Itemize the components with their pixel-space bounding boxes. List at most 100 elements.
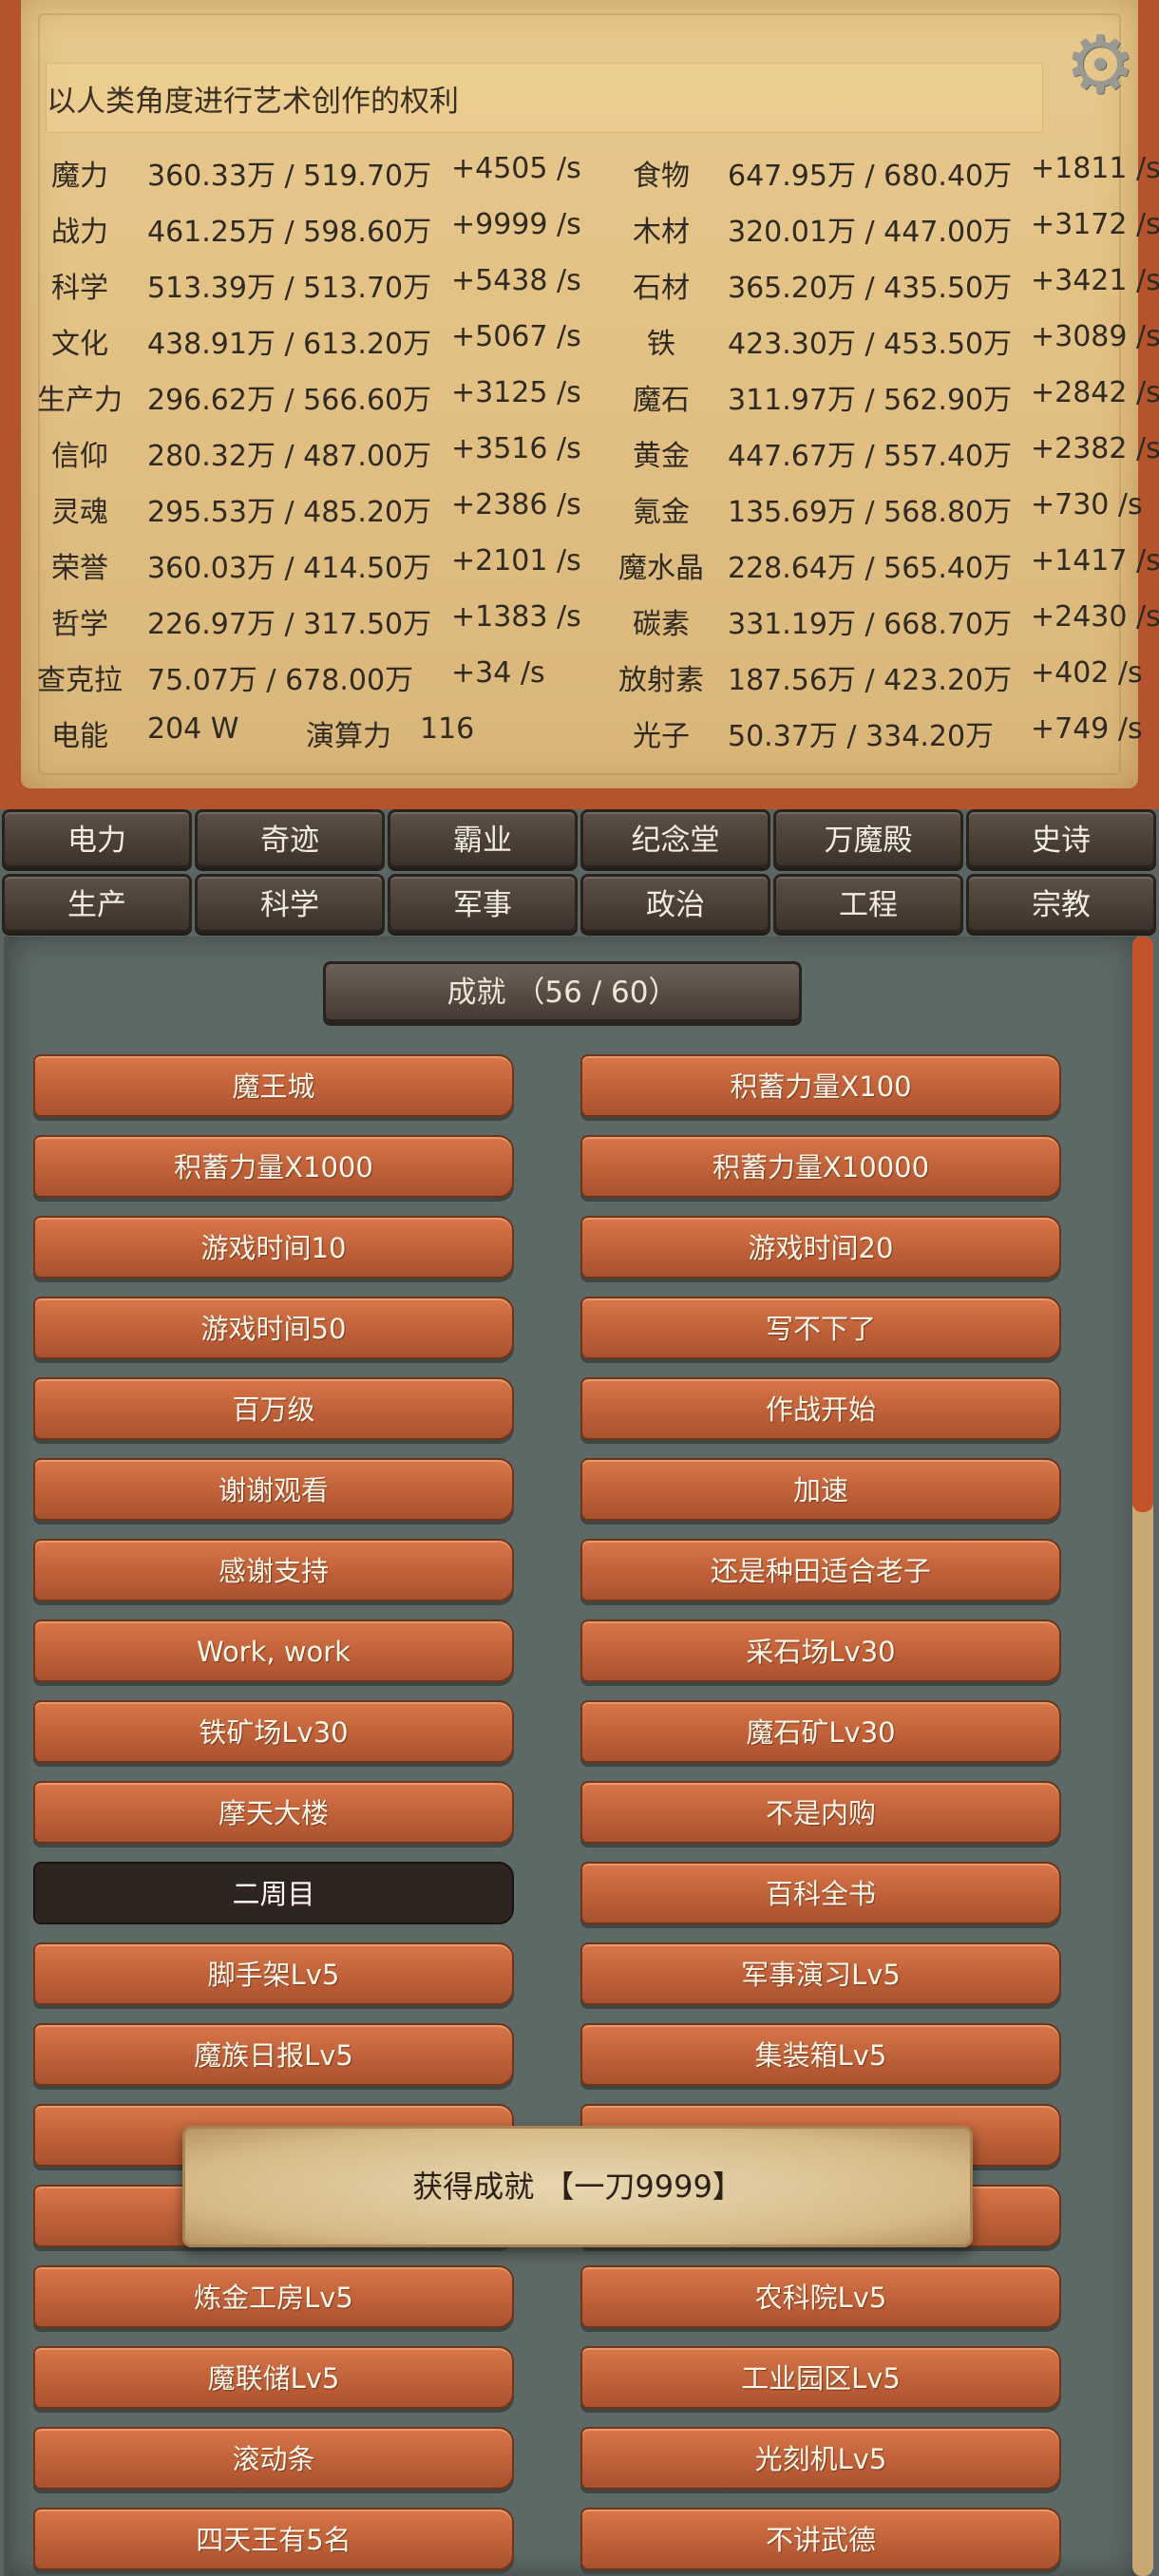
resource-name: 查克拉 (37, 664, 123, 697)
resource-value: 75.07万 / 678.00万 (147, 664, 414, 697)
achievement-button[interactable]: 集装箱Lv5 (580, 2023, 1061, 2086)
resource-value: 331.19万 / 668.70万 (728, 608, 1013, 641)
achievement-button[interactable]: 不讲武德 (580, 2508, 1061, 2570)
achievement-button[interactable]: 百科全书 (580, 1862, 1061, 1924)
achievement-button[interactable]: 作战开始 (580, 1377, 1061, 1440)
tab-button[interactable]: 政治 (580, 874, 770, 933)
resource-rate: +3172 /s (1031, 208, 1159, 241)
resource-rate: +2430 /s (1031, 600, 1159, 634)
achievement-button[interactable]: 工业园区Lv5 (580, 2346, 1061, 2409)
achievement-button[interactable]: Work, work (33, 1619, 514, 1682)
resource-name: 魔力 (51, 160, 108, 193)
tab-button[interactable]: 纪念堂 (580, 809, 770, 868)
achievement-button[interactable]: 魔石矿Lv30 (580, 1700, 1061, 1763)
achievement-button[interactable]: 魔联储Lv5 (33, 2346, 514, 2409)
achievement-button[interactable]: 军事演习Lv5 (580, 1942, 1061, 2005)
resource-name: 电能 (51, 720, 108, 753)
resource-rate: +3089 /s (1031, 320, 1159, 353)
resource-name: 铁 (647, 328, 675, 361)
resource-value: 365.20万 / 435.50万 (728, 272, 1013, 305)
achievement-button[interactable]: 脚手架Lv5 (33, 1942, 514, 2005)
resource-name: 黄金 (633, 440, 690, 473)
achievement-button[interactable]: 摩天大楼 (33, 1781, 514, 1844)
achievement-button[interactable]: 感谢支持 (33, 1539, 514, 1601)
achievement-button[interactable]: 还是种田适合老子 (580, 1539, 1061, 1601)
resource-value: 438.91万 / 613.20万 (147, 328, 432, 361)
message-box: 以人类角度进行艺术创作的权利 (46, 63, 1043, 133)
achievement-button[interactable]: 光刻机Lv5 (580, 2427, 1061, 2490)
resource-value: 360.03万 / 414.50万 (147, 552, 432, 585)
resource-name: 荣誉 (51, 552, 108, 585)
resource-value: 187.56万 / 423.20万 (728, 664, 1013, 697)
resource-name: 生产力 (37, 384, 123, 417)
resource-name: 食物 (633, 160, 690, 193)
tab-button[interactable]: 万魔殿 (773, 809, 963, 868)
resource-value: 423.30万 / 453.50万 (728, 328, 1013, 361)
tab-button[interactable]: 工程 (773, 874, 963, 933)
tab-button[interactable]: 史诗 (966, 809, 1156, 868)
resource-value: 360.33万 / 519.70万 (147, 160, 432, 193)
resource-name: 灵魂 (51, 496, 108, 529)
resource-row: 魔力 360.33万 / 519.70万 +4505 /s 食物 647.95万 / 6… (0, 152, 1159, 207)
resource-row: 哲学 226.97万 / 317.50万 +1383 /s 碳素 331.19万 / 6… (0, 600, 1159, 655)
resource-value: 226.97万 / 317.50万 (147, 608, 432, 641)
achievement-button[interactable]: 采石场Lv30 (580, 1619, 1061, 1682)
resource-row: 生产力 296.62万 / 566.60万 +3125 /s 魔石 311.97万 / … (0, 376, 1159, 431)
resource-value: 228.64万 / 565.40万 (728, 552, 1013, 585)
achievement-button[interactable]: 游戏时间50 (33, 1297, 514, 1359)
resource-rate: +2382 /s (1031, 432, 1159, 465)
tab-button[interactable]: 奇迹 (195, 809, 385, 868)
gear-icon[interactable]: ⚙ (1062, 25, 1138, 104)
resource-row: 查克拉 75.07万 / 678.00万 +34 /s 放射素 187.56万 / 42… (0, 656, 1159, 711)
achievement-button[interactable]: 炼金工房Lv5 (33, 2265, 514, 2328)
scrollbar-thumb[interactable] (1132, 937, 1153, 1512)
achievement-button[interactable]: 写不下了 (580, 1297, 1061, 1359)
achievement-button[interactable]: 百万级 (33, 1377, 514, 1440)
achievement-button[interactable]: 铁矿场Lv30 (33, 1700, 514, 1763)
achievement-button[interactable]: 滚动条 (33, 2427, 514, 2490)
resource-value: 447.67万 / 557.40万 (728, 440, 1013, 473)
resource-row: 文化 438.91万 / 613.20万 +5067 /s 铁 423.30万 / 45… (0, 320, 1159, 375)
message-text: 以人类角度进行艺术创作的权利 (47, 85, 459, 119)
resource-name: 科学 (51, 272, 108, 305)
achievement-button[interactable]: 农科院Lv5 (580, 2265, 1061, 2328)
resource-value: 50.37万 / 334.20万 (728, 720, 995, 753)
resource-name: 放射素 (618, 664, 704, 697)
achievement-button[interactable]: 魔族日报Lv5 (33, 2023, 514, 2086)
resource-rate: +730 /s (1031, 488, 1143, 521)
tab-button[interactable]: 宗教 (966, 874, 1156, 933)
resource-rate: +402 /s (1031, 656, 1143, 690)
resource-value: 513.39万 / 513.70万 (147, 272, 432, 305)
achievement-button[interactable]: 积蓄力量X100 (580, 1054, 1061, 1117)
resource-rate: +5067 /s (451, 320, 581, 353)
achievements-title: 成就 （56 / 60） (323, 961, 802, 1022)
resource-name: 光子 (633, 720, 690, 753)
achievement-button[interactable]: 二周目 (33, 1862, 514, 1924)
resource-rate: +2842 /s (1031, 376, 1159, 409)
achievement-button[interactable]: 积蓄力量X1000 (33, 1135, 514, 1198)
resource-rate: +4505 /s (451, 152, 581, 185)
resource-name: 石材 (633, 272, 690, 305)
tab-button[interactable]: 科学 (195, 874, 385, 933)
resource-rate: +1811 /s (1031, 152, 1159, 185)
resource-row: 科学 513.39万 / 513.70万 +5438 /s 石材 365.20万 / 4… (0, 264, 1159, 319)
achievement-button[interactable]: 积蓄力量X10000 (580, 1135, 1061, 1198)
achievement-button[interactable]: 游戏时间10 (33, 1216, 514, 1279)
achievement-button[interactable]: 四天王有5名 (33, 2508, 514, 2570)
resource-row: 灵魂 295.53万 / 485.20万 +2386 /s 氪金 135.69万 / 5… (0, 488, 1159, 543)
achievement-button[interactable]: 魔王城 (33, 1054, 514, 1117)
resource-name: 文化 (51, 328, 108, 361)
tab-button[interactable]: 军事 (388, 874, 578, 933)
achievement-button[interactable]: 不是内购 (580, 1781, 1061, 1844)
achievement-button[interactable]: 游戏时间20 (580, 1216, 1061, 1279)
resource-rate: +1417 /s (1031, 544, 1159, 578)
resource-row: 电能 204 W 演算力 116 光子 50.37万 / 334.20万 +749 /s (0, 712, 1159, 767)
tab-button[interactable]: 电力 (2, 809, 192, 868)
resource-value: 280.32万 / 487.00万 (147, 440, 432, 473)
resource-value: 135.69万 / 568.80万 (728, 496, 1013, 529)
achievement-button[interactable]: 加速 (580, 1458, 1061, 1521)
achievement-button[interactable]: 谢谢观看 (33, 1458, 514, 1521)
resource-name: 战力 (51, 216, 108, 249)
tab-button[interactable]: 霸业 (388, 809, 578, 868)
tab-button[interactable]: 生产 (2, 874, 192, 933)
